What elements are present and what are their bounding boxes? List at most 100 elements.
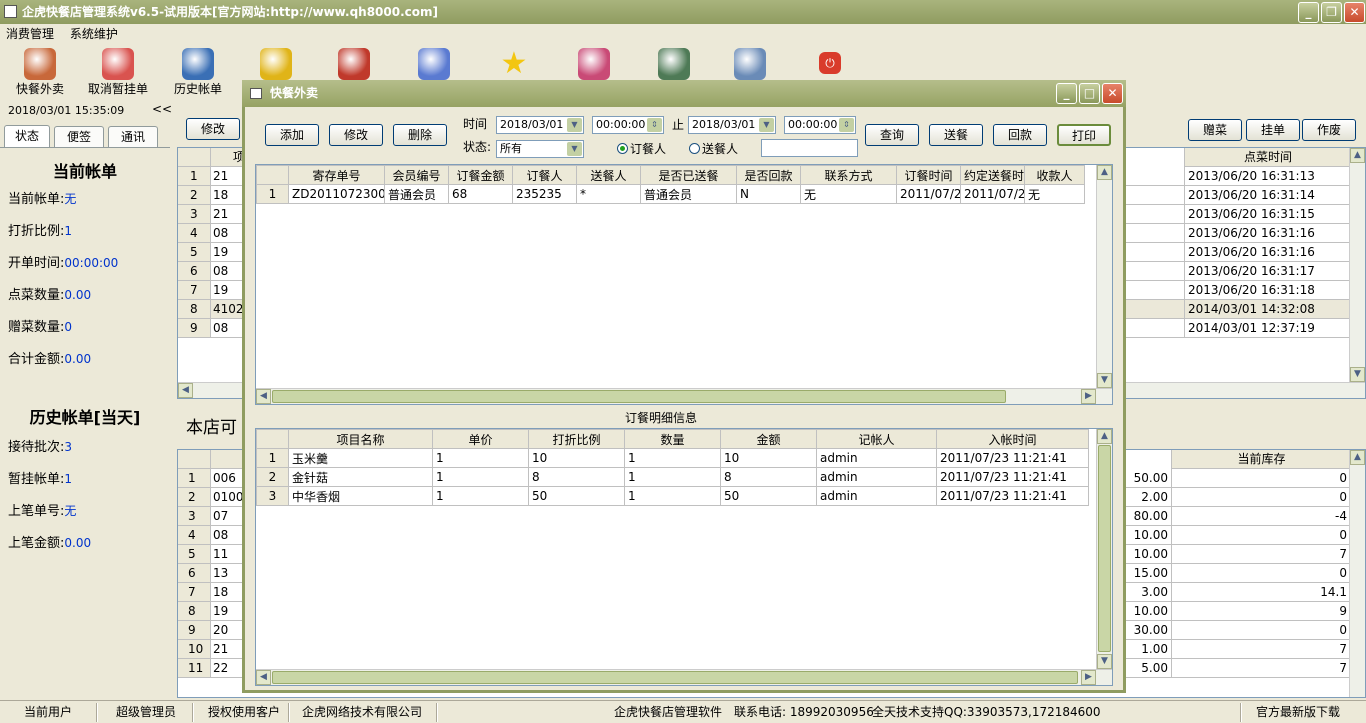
void-button[interactable]: 作废 [1302,119,1356,141]
table-cell[interactable]: admin [816,448,937,468]
table-cell[interactable]: 普通会员 [640,184,737,204]
scroll-left-icon[interactable]: ◀ [178,383,193,398]
print-button[interactable]: 打印 [1057,124,1111,146]
column-header[interactable]: 订餐人 [512,165,577,185]
table-row[interactable]: 1 玉米羹 1 10 1 10 admin 2011/07/23 11:21:41 [256,448,1089,468]
column-header[interactable]: 金额 [720,429,817,449]
collapse-panel-button[interactable]: << [152,102,172,116]
table-cell[interactable]: 1 [432,486,529,506]
scroll-right-icon[interactable]: ▶ [1081,389,1096,404]
menu-consumption[interactable]: 消费管理 [0,27,60,41]
table-cell[interactable]: 2011/07/23 [960,184,1025,204]
orders-horizontal-scrollbar[interactable]: ◀ ▶ [256,388,1112,404]
scroll-thumb[interactable] [272,390,1006,403]
table-cell[interactable]: 1 [432,448,529,468]
table-cell[interactable]: admin [816,467,937,487]
delete-button[interactable]: 删除 [393,124,447,146]
toolbar-button-2[interactable]: 取消暂挂单 [78,46,158,100]
collect-button[interactable]: 回款 [993,124,1047,146]
query-button[interactable]: 查询 [865,124,919,146]
table-cell[interactable]: 235235 [512,184,577,204]
column-header[interactable]: 订餐时间 [896,165,961,185]
tab-status[interactable]: 状态 [4,125,50,149]
table-cell[interactable]: 8 [720,467,817,487]
scroll-down-icon[interactable]: ▼ [1350,367,1365,382]
column-header[interactable]: 联系方式 [800,165,897,185]
table-cell[interactable]: 68 [448,184,513,204]
status-select[interactable]: 所有 ▼ [496,140,584,158]
column-header[interactable]: 是否已送餐 [640,165,737,185]
table-row[interactable]: 1ZD201107230001普通会员68235235*普通会员N无2011/0… [256,184,1085,204]
column-header[interactable]: 是否回款 [736,165,801,185]
deliver-button[interactable]: 送餐 [929,124,983,146]
radio-orderer[interactable]: 订餐人 [617,140,666,157]
date-from-picker[interactable]: 2018/03/01 ▼ [496,116,584,134]
column-header[interactable]: 送餐人 [576,165,641,185]
table-cell[interactable]: admin [816,486,937,506]
scroll-up-icon[interactable]: ▲ [1097,429,1112,444]
edit-button[interactable]: 修改 [329,124,383,146]
table-cell[interactable]: N [736,184,801,204]
scroll-down-icon[interactable]: ▼ [1097,654,1112,669]
dialog-maximize-button[interactable]: □ [1079,83,1100,104]
close-button[interactable]: ✕ [1344,2,1365,23]
details-grid[interactable]: 项目名称 单价 打折比例 数量 金额 记帐人 入帐时间 1 玉米羹 1 10 1 10 admin 2011… [255,428,1113,686]
scroll-up-icon[interactable]: ▲ [1350,450,1365,465]
table-cell[interactable]: 10 [720,448,817,468]
orders-grid[interactable]: 寄存单号 会员编号 订餐金额 订餐人 送餐人 是否已送餐 是否回款 联系方式 订餐时间 约定送餐时… [255,164,1113,405]
restore-button[interactable]: ❐ [1321,2,1342,23]
table-cell[interactable]: 金针菇 [288,467,433,487]
scroll-up-icon[interactable]: ▲ [1350,148,1365,163]
details-vertical-scrollbar[interactable]: ▲ ▼ [1096,429,1112,669]
time-to-spinner[interactable]: 00:00:00 ⇕ [784,116,856,134]
column-header[interactable]: 约定送餐时间 [960,165,1025,185]
table-cell[interactable]: 玉米羹 [288,448,433,468]
column-header[interactable]: 收款人 [1024,165,1085,185]
table-row[interactable]: 3 中华香烟 1 50 1 50 admin 2011/07/23 11:21:41 [256,486,1089,506]
column-header[interactable]: 打折比例 [528,429,625,449]
column-header[interactable]: 记帐人 [816,429,937,449]
minimize-button[interactable]: _ [1298,2,1319,23]
scroll-thumb[interactable] [1098,445,1111,652]
column-header[interactable]: 寄存单号 [288,165,385,185]
dialog-close-button[interactable]: ✕ [1102,83,1123,104]
dialog-minimize-button[interactable]: _ [1056,83,1077,104]
table-cell[interactable]: 1 [624,486,721,506]
table-cell[interactable]: 无 [800,184,897,204]
table-cell[interactable]: 中华香烟 [288,486,433,506]
radio-deliverer[interactable]: 送餐人 [689,140,738,157]
table-cell[interactable]: 10 [528,448,625,468]
time-from-spinner[interactable]: 00:00:00 ⇕ [592,116,664,134]
date-to-picker[interactable]: 2018/03/01 ▼ [688,116,776,134]
scroll-thumb[interactable] [272,671,1078,684]
column-header[interactable]: 数量 [624,429,721,449]
vertical-scrollbar[interactable]: ▲ ▼ [1349,148,1365,398]
table-cell[interactable]: 8 [528,467,625,487]
scroll-right-icon[interactable]: ▶ [1081,670,1096,685]
toolbar-button-3[interactable]: 历史帐单 [158,46,238,100]
scroll-left-icon[interactable]: ◀ [256,389,271,404]
search-input[interactable] [761,139,858,157]
edit-button-bg[interactable]: 修改 [186,118,240,140]
table-cell[interactable]: 2011/07/23 11:21:41 [936,467,1089,487]
table-cell[interactable]: 无 [1024,184,1085,204]
scroll-left-icon[interactable]: ◀ [256,670,271,685]
orders-vertical-scrollbar[interactable]: ▲ ▼ [1096,165,1112,388]
tab-notes[interactable]: 便签 [54,126,104,148]
table-cell[interactable]: 1 [624,448,721,468]
table-cell[interactable]: 2011/07/23 [896,184,961,204]
table-cell[interactable]: ZD201107230001 [288,184,385,204]
gift-dish-button[interactable]: 赠菜 [1188,119,1242,141]
scroll-down-icon[interactable]: ▼ [1097,373,1112,388]
table-cell[interactable]: * [576,184,641,204]
table-cell[interactable]: 50 [528,486,625,506]
column-header[interactable]: 项目名称 [288,429,433,449]
tab-contacts[interactable]: 通讯 [108,126,158,148]
download-link[interactable]: 官方最新版下载 [1256,701,1340,723]
table-cell[interactable]: 2011/07/23 11:21:41 [936,486,1089,506]
table-cell[interactable]: 1 [432,467,529,487]
scroll-up-icon[interactable]: ▲ [1097,165,1112,180]
add-button[interactable]: 添加 [265,124,319,146]
toolbar-button-1[interactable]: 快餐外卖 [0,46,80,100]
table-cell[interactable]: 1 [624,467,721,487]
